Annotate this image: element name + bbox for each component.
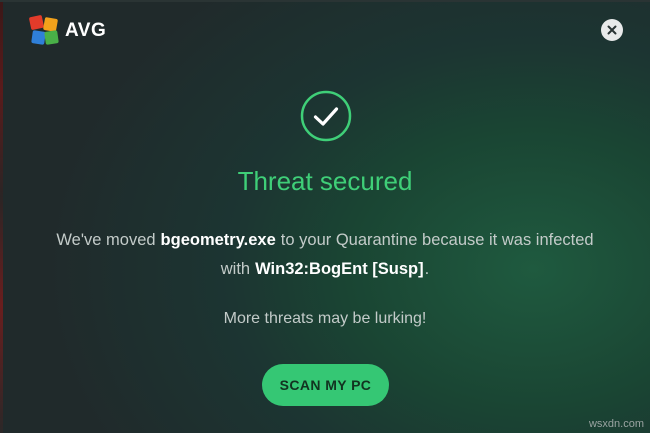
message-prefix: We've moved	[56, 231, 156, 249]
file-name: bgeometry.exe	[160, 231, 276, 249]
avg-logo-icon	[28, 14, 60, 46]
avg-logo: AVG	[28, 14, 107, 48]
avg-threat-dialog: AVG Threat secured We've moved bgeometry.…	[0, 0, 650, 433]
message-line-2: with Win32:BogEnt [Susp].	[0, 255, 650, 284]
scan-my-pc-button[interactable]: SCAN MY PC	[262, 364, 389, 406]
brand-name: AVG	[65, 20, 107, 41]
background-window-edge	[0, 2, 3, 433]
message-with: with	[220, 260, 251, 278]
message-middle: to your Quarantine because it was infect…	[280, 231, 594, 249]
more-threats-text: More threats may be lurking!	[223, 310, 427, 327]
close-button[interactable]	[601, 19, 623, 41]
threat-name: Win32:BogEnt [Susp]	[255, 260, 424, 278]
checkmark-circle-icon	[300, 90, 352, 142]
close-icon	[607, 25, 617, 35]
quarantine-message: We've moved bgeometry.exe to your Quaranti…	[0, 226, 650, 284]
message-line-1: We've moved bgeometry.exe to your Quaranti…	[0, 226, 650, 255]
dialog-title: Threat secured	[237, 166, 413, 196]
watermark-text: wsxdn.com	[588, 418, 644, 430]
message-suffix: .	[424, 260, 430, 278]
